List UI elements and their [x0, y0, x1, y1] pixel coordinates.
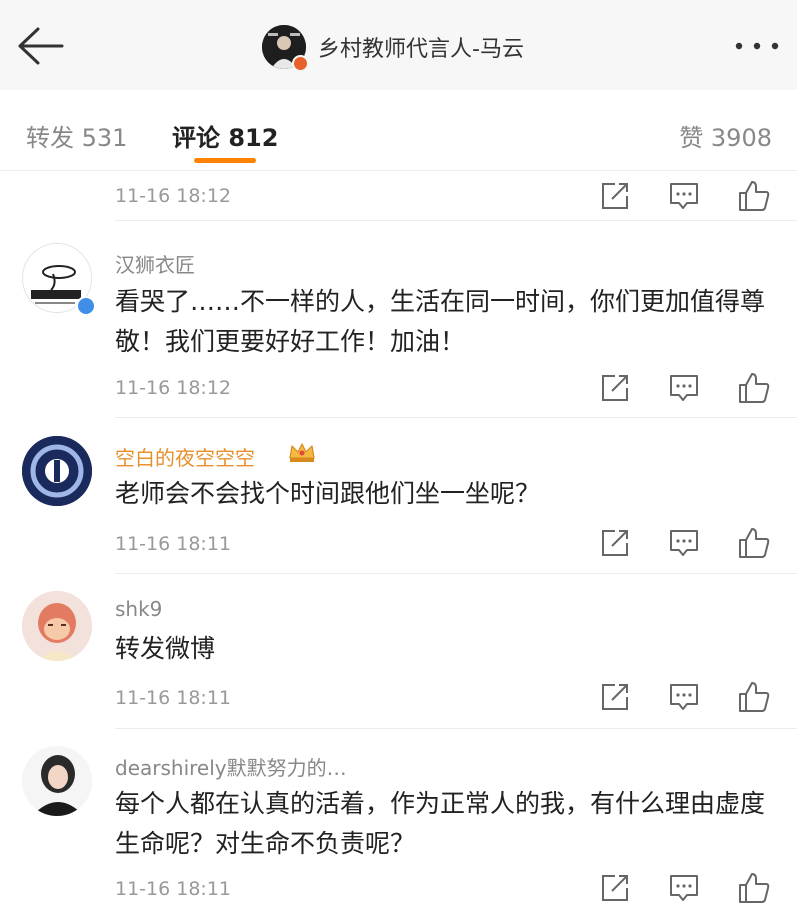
like-icon[interactable] [737, 871, 771, 905]
verified-badge [76, 296, 96, 316]
comment-username[interactable]: 汉狮衣匠 [115, 249, 195, 278]
comment-item: 空白的夜空空空 老师会不会找个时间跟他们坐一坐呢？ 11-16 18:11 [0, 418, 797, 572]
page-title: 乡村教师代言人-马云 [318, 37, 524, 62]
comment-time: 11-16 18:11 [115, 687, 232, 709]
like-icon[interactable] [737, 680, 771, 714]
comment-time: 11-16 18:11 [115, 878, 232, 900]
comment-text: 老师会不会找个时间跟他们坐一坐呢？ [115, 479, 541, 508]
share-icon[interactable] [598, 371, 632, 405]
comment-username[interactable]: shk9 [115, 597, 162, 621]
post-author[interactable]: 乡村教师代言人-马云 [262, 24, 524, 72]
avatar[interactable] [22, 746, 92, 816]
avatar[interactable] [22, 436, 92, 506]
tab-repost[interactable]: 转发 531 [26, 118, 127, 153]
active-tab-indicator [194, 158, 256, 163]
tab-bar: 转发 531 评论 812 赞 3908 [0, 90, 797, 171]
comment-time: 11-16 18:11 [115, 533, 232, 555]
tab-comment[interactable]: 评论 812 [172, 118, 278, 153]
more-dots-icon[interactable] [733, 34, 781, 58]
share-icon[interactable] [598, 680, 632, 714]
arrow-left-icon[interactable] [16, 26, 66, 66]
comment-item: dearshirely默默努力的… 每个人都在认真的活着，作为正常人的我，有什么… [0, 729, 797, 916]
comment-text: 转发微博 [115, 634, 216, 663]
tab-likes[interactable]: 赞 3908 [679, 118, 772, 153]
share-icon[interactable] [598, 526, 632, 560]
like-icon[interactable] [737, 371, 771, 405]
comment-item: 汉狮衣匠 看哭了……不一样的人，生活在同一时间，你们更加值得尊敬！我们更要好好工… [0, 221, 797, 416]
comment-icon[interactable] [667, 871, 701, 905]
crown-icon [289, 443, 315, 462]
comment-time: 11-16 18:12 [115, 377, 232, 399]
like-icon[interactable] [737, 179, 771, 213]
comment-username[interactable]: dearshirely默默努力的… [115, 752, 347, 781]
author-avatar[interactable] [262, 25, 309, 72]
comment-text: 看哭了……不一样的人，生活在同一时间，你们更加值得尊敬！我们更要好好工作！加油！ [115, 287, 766, 356]
share-icon[interactable] [598, 179, 632, 213]
comment-icon[interactable] [667, 526, 701, 560]
comment-username[interactable]: 空白的夜空空空 [115, 442, 255, 471]
like-icon[interactable] [737, 526, 771, 560]
top-nav-bar: 乡村教师代言人-马云 [0, 0, 797, 90]
comment-text: 每个人都在认真的活着，作为正常人的我，有什么理由虚度生命呢？对生命不负责呢？ [115, 789, 766, 858]
comment-item: 11-16 18:12 [0, 171, 797, 217]
comment-icon[interactable] [667, 179, 701, 213]
avatar[interactable] [22, 591, 92, 661]
comment-item: shk9 转发微博 11-16 18:11 [0, 574, 797, 728]
comment-icon[interactable] [667, 680, 701, 714]
comment-time: 11-16 18:12 [115, 185, 232, 207]
share-icon[interactable] [598, 871, 632, 905]
comment-icon[interactable] [667, 371, 701, 405]
verified-badge [292, 55, 309, 72]
